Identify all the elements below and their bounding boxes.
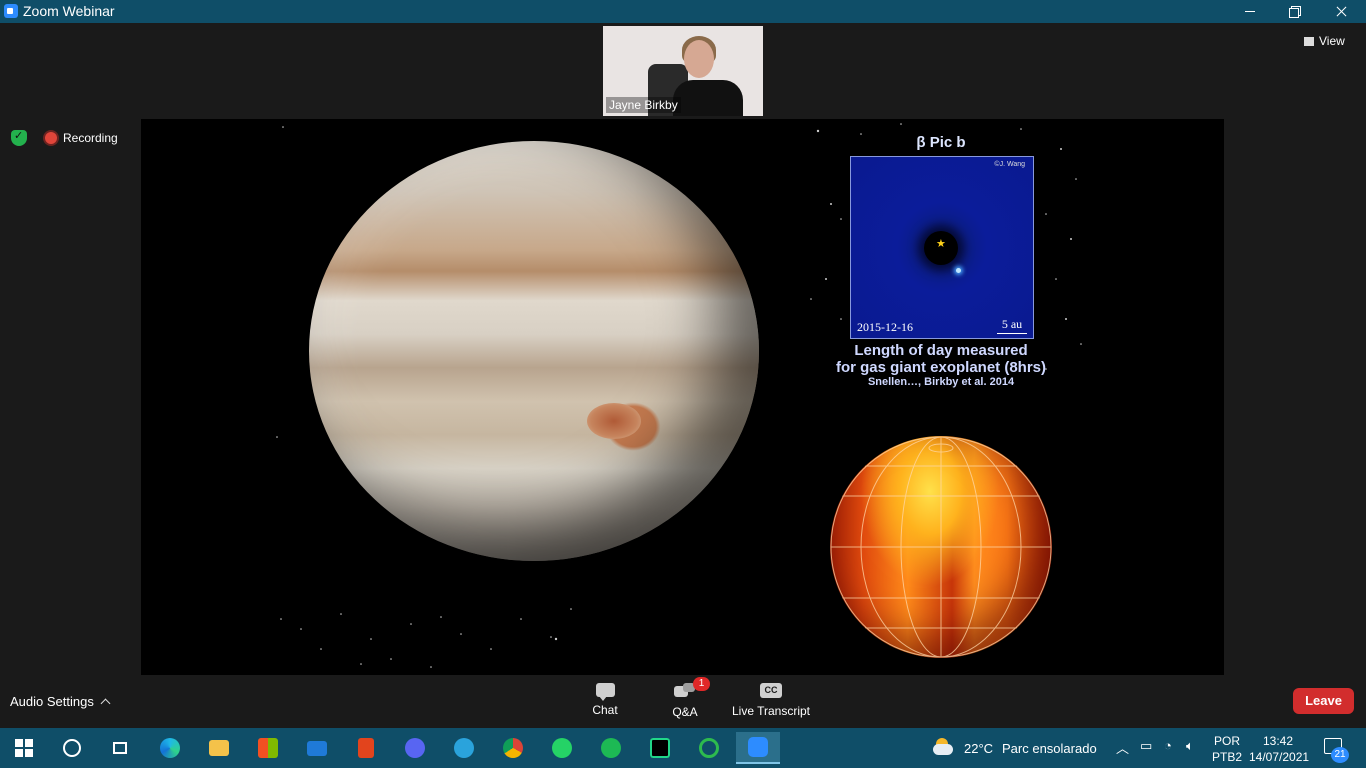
- volume-icon[interactable]: 🔈︎: [1186, 738, 1194, 754]
- battery-icon[interactable]: ▭: [1140, 738, 1152, 754]
- green-ring-app-icon: [699, 738, 719, 758]
- clock-time: 13:42: [1262, 734, 1294, 748]
- maximize-button[interactable]: [1272, 0, 1318, 23]
- audio-settings-label: Audio Settings: [10, 694, 94, 709]
- recording-indicator[interactable]: Recording: [45, 131, 118, 145]
- start-button[interactable]: [2, 732, 46, 764]
- image-date: 2015-12-16: [857, 320, 913, 334]
- office-icon: [358, 738, 374, 758]
- title-bar: Zoom Webinar: [0, 0, 1366, 23]
- whatsapp-icon: [552, 738, 572, 758]
- search-icon: [63, 739, 81, 757]
- pycharm-icon: [650, 738, 670, 758]
- rotating-exoplanet-map: [830, 436, 1052, 658]
- beta-pic-b-image-panel: ©J. Wang ★ 2015-12-16 5 au: [850, 156, 1034, 339]
- taskbar-app-other[interactable]: [687, 732, 731, 764]
- zoom-icon: [748, 737, 768, 757]
- recording-dot-icon: [45, 132, 57, 144]
- recording-label: Recording: [63, 131, 118, 145]
- speaker-video-thumbnail[interactable]: Jayne Birkby: [603, 26, 763, 116]
- chat-label: Chat: [592, 703, 618, 717]
- caption-line-2: for gas giant exoplanet (8hrs): [835, 359, 1047, 376]
- input-language-indicator[interactable]: POR PTB2: [1212, 733, 1242, 765]
- mail-icon: [307, 740, 327, 756]
- show-hidden-icons-chevron-icon[interactable]: ︿: [1116, 738, 1129, 757]
- scale-bar-label: 5 au: [1001, 317, 1023, 331]
- scale-bar-line: [997, 333, 1027, 334]
- host-star-icon: ★: [936, 238, 946, 250]
- wifi-icon[interactable]: ◔: [1164, 738, 1172, 753]
- view-button[interactable]: View: [1304, 34, 1345, 48]
- qa-notification-badge: 1: [693, 677, 710, 691]
- taskbar-app-whatsapp[interactable]: [540, 732, 584, 764]
- language-code: POR: [1214, 734, 1241, 748]
- slide-panel-title: β Pic b: [916, 134, 966, 151]
- leave-button[interactable]: Leave: [1293, 688, 1354, 714]
- windows-logo-icon: [15, 739, 33, 757]
- window-title: Zoom Webinar: [23, 3, 115, 19]
- taskbar-app-edge[interactable]: [148, 732, 192, 764]
- chevron-up-icon: [100, 698, 111, 708]
- notification-count-badge: 21: [1331, 747, 1349, 763]
- live-transcript-label: Live Transcript: [731, 704, 811, 718]
- weather-temperature[interactable]: 22°C: [964, 741, 993, 756]
- jupiter-planet-image: [309, 141, 759, 561]
- task-view-icon: [113, 742, 127, 754]
- shared-screen-slide: β Pic b ©J. Wang ★ 2015-12-16 5 au Lengt…: [141, 119, 1224, 675]
- caption-line-1: Length of day measured: [854, 342, 1028, 359]
- security-shield-icon[interactable]: [11, 129, 27, 146]
- edge-icon: [160, 738, 180, 758]
- close-button[interactable]: [1318, 0, 1364, 23]
- taskbar-clock[interactable]: 13:42 14/07/2021: [1249, 733, 1310, 765]
- spotify-icon: [601, 738, 621, 758]
- chrome-icon: [503, 738, 523, 758]
- zoom-app-icon: [4, 4, 18, 18]
- speaker-figure-body: [673, 80, 743, 116]
- weather-partly-sunny-icon[interactable]: [933, 738, 953, 756]
- task-view-button[interactable]: [98, 732, 142, 764]
- great-red-spot: [587, 403, 641, 439]
- taskbar-app-discord[interactable]: [393, 732, 437, 764]
- speaker-figure-head: [684, 40, 714, 78]
- speaker-name-label: Jayne Birkby: [606, 97, 681, 113]
- view-button-label: View: [1319, 34, 1345, 48]
- slide-citation: Snellen…, Birkby et al. 2014: [867, 376, 1015, 388]
- live-transcript-button[interactable]: CC Live Transcript: [730, 683, 812, 718]
- image-credit: ©J. Wang: [994, 161, 1025, 168]
- taskbar-app-spotify[interactable]: [589, 732, 633, 764]
- slide-caption: Length of day measured for gas giant exo…: [821, 342, 1061, 376]
- qa-label: Q&A: [672, 705, 698, 719]
- keyboard-layout: PTB2: [1212, 750, 1243, 764]
- taskbar-app-telegram[interactable]: [442, 732, 486, 764]
- store-icon: [258, 738, 278, 758]
- taskbar-app-chrome[interactable]: [491, 732, 535, 764]
- audio-settings-button[interactable]: Audio Settings: [10, 694, 111, 709]
- taskbar-app-zoom[interactable]: [736, 732, 780, 764]
- view-grid-icon: [1304, 36, 1314, 46]
- taskbar-app-office[interactable]: [344, 732, 388, 764]
- exoplanet-dot: [956, 268, 961, 273]
- clock-date: 14/07/2021: [1249, 750, 1310, 764]
- scale-bar: 5 au: [997, 317, 1027, 334]
- weather-description[interactable]: Parc ensolarado: [1002, 741, 1097, 756]
- minimize-button[interactable]: [1227, 0, 1273, 23]
- taskbar-app-mail[interactable]: [295, 732, 339, 764]
- taskbar-app-microsoft-store[interactable]: [246, 732, 290, 764]
- taskbar-search-button[interactable]: [50, 732, 94, 764]
- chat-button[interactable]: Chat: [585, 683, 625, 717]
- taskbar-app-pycharm[interactable]: [638, 732, 682, 764]
- telegram-icon: [454, 738, 474, 758]
- chat-bubble-icon: [595, 683, 615, 701]
- folder-icon: [209, 740, 229, 756]
- closed-caption-icon: CC: [760, 683, 782, 698]
- latitude-longitude-grid: [830, 436, 1052, 658]
- discord-icon: [405, 738, 425, 758]
- taskbar-app-file-explorer[interactable]: [197, 732, 241, 764]
